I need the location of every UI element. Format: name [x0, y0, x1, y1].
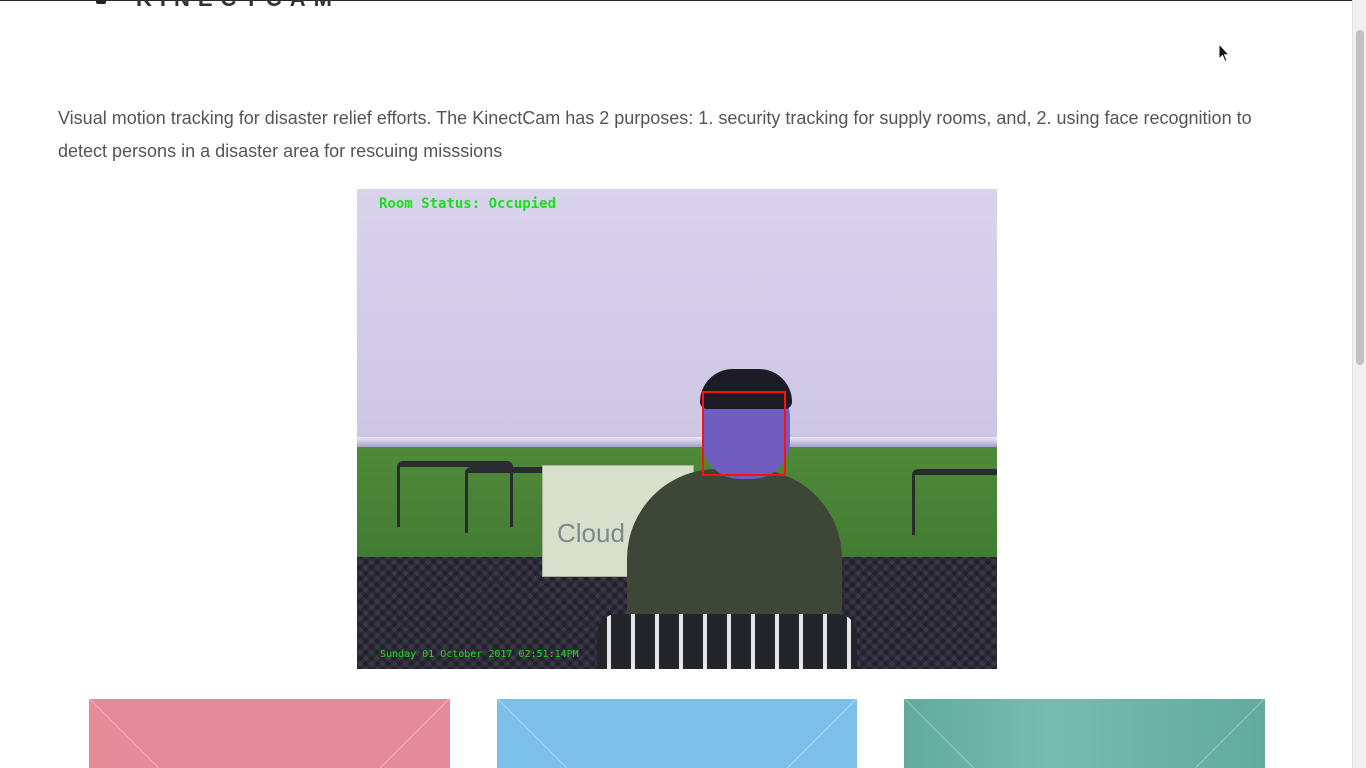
camera-person-legs	[597, 614, 857, 669]
square-bullet-icon	[96, 0, 106, 4]
camera-feed-image: Cloud Room Status: Occupied Sunday 01 Oc…	[357, 189, 997, 669]
camera-chair	[912, 469, 997, 535]
face-detection-box	[702, 391, 786, 476]
feature-card-green[interactable]	[904, 699, 1265, 768]
project-description: Visual motion tracking for disaster reli…	[58, 108, 1252, 161]
project-title: KINECTCAM	[136, 0, 340, 12]
timestamp-overlay: Sunday 01 October 2017 02:51:14PM	[380, 649, 579, 660]
arrow-cursor-icon	[1218, 43, 1230, 63]
camera-wall	[357, 189, 997, 444]
page-scrollbar[interactable]	[1352, 0, 1366, 768]
camera-chair	[465, 467, 551, 533]
room-status-overlay: Room Status: Occupied	[379, 196, 557, 212]
page: KINECTCAM Visual motion tracking for dis…	[0, 0, 1366, 768]
feature-card-pink[interactable]	[89, 699, 450, 768]
scrollbar-thumb[interactable]	[1356, 30, 1364, 365]
camera-wall-rail	[357, 437, 997, 447]
project-heading: KINECTCAM	[96, 0, 340, 11]
feature-card-blue[interactable]	[497, 699, 857, 768]
camera-banner-text: Cloud	[557, 518, 625, 548]
